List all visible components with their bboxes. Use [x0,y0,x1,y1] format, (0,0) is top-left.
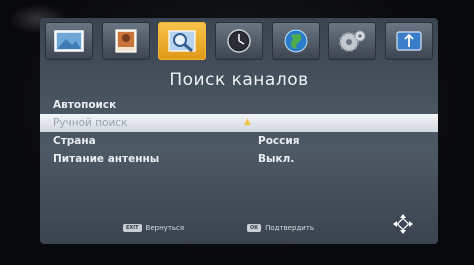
settings-list: Автопоиск Ручной поиск ▲ Страна Россия П… [40,96,438,168]
menu-tab-bar [45,22,433,62]
magnifier-search-icon [168,30,196,53]
row-country[interactable]: Страна Россия [40,132,438,150]
tab-usb[interactable] [384,22,433,60]
row-auto-search[interactable]: Автопоиск [40,96,438,114]
row-label: Ручной поиск [53,117,128,129]
gears-icon [339,30,367,52]
globe-icon [284,29,308,53]
row-label: Питание антенны [53,153,160,165]
row-label: Страна [53,135,96,147]
row-manual-search[interactable]: Ручной поиск ▲ [40,114,438,132]
page-title: Поиск каналов [169,70,309,90]
ok-key-icon: OK [247,224,262,232]
back-hint[interactable]: EXIT Вернуться [123,224,184,232]
usb-icon [396,31,422,51]
tab-time[interactable] [214,22,263,60]
tab-photo[interactable] [101,22,150,60]
exit-key-icon: EXIT [123,224,142,232]
pointer-cursor-icon: ▲ [244,117,251,127]
tab-picture[interactable] [45,22,93,60]
row-value: Россия [258,135,300,147]
confirm-label: Подтвердить [265,224,315,232]
photo-icon [115,29,137,53]
row-value: Выкл. [258,153,295,165]
confirm-hint[interactable]: OK Подтвердить [247,224,314,232]
tv-screen: Поиск каналов Автопоиск Ручной поиск ▲ С… [40,18,438,244]
tab-settings[interactable] [328,22,377,60]
row-label: Автопоиск [53,99,117,111]
direction-pad-icon [393,214,413,234]
back-label: Вернуться [145,224,185,232]
tv-frame: Поиск каналов Автопоиск Ручной поиск ▲ С… [0,0,474,265]
footer-hints: EXIT Вернуться OK Подтвердить [40,214,438,238]
row-antenna-power[interactable]: Питание антенны Выкл. [40,150,438,168]
picture-icon [54,30,84,52]
tab-channel-search[interactable] [158,22,207,60]
tab-language[interactable] [271,22,320,60]
clock-icon [227,29,251,53]
